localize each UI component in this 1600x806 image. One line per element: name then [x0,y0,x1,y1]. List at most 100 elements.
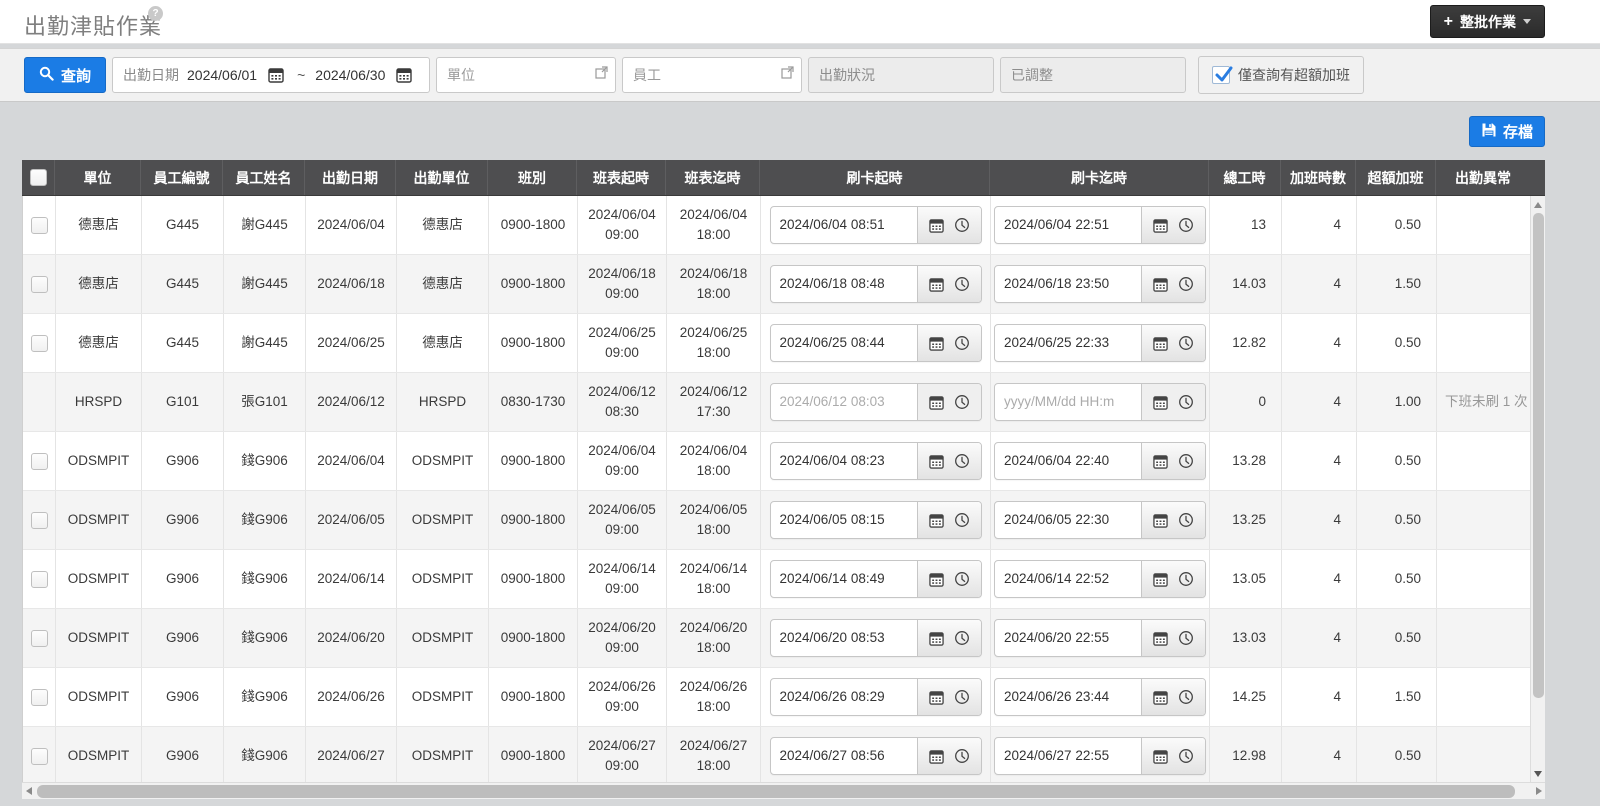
horizontal-scrollbar-thumb[interactable] [37,785,1515,798]
card-start-picker[interactable]: 2024/06/27 08:56 [769,737,982,775]
card-end-picker-input[interactable]: 2024/06/05 22:30 [995,502,1141,538]
card-end-picker-input[interactable]: 2024/06/20 22:55 [995,620,1141,656]
scroll-down-arrow-icon[interactable] [1534,771,1542,777]
card-start-picker-input[interactable]: 2024/06/04 08:51 [771,207,917,243]
card-start-picker-input[interactable]: 2024/06/18 08:48 [771,266,917,302]
card-start-picker-input[interactable]: 2024/06/04 08:23 [771,443,917,479]
clock-icon[interactable] [954,276,970,292]
card-end-picker[interactable]: 2024/06/25 22:33 [994,324,1206,362]
card-end-picker-input[interactable]: 2024/06/18 23:50 [995,266,1141,302]
card-end-picker-input[interactable]: 2024/06/04 22:51 [995,207,1141,243]
clock-icon[interactable] [954,571,970,587]
card-start-picker-input[interactable]: 2024/06/25 08:44 [771,325,917,361]
column-header-13[interactable]: 超額加班 [1356,160,1436,195]
card-end-picker[interactable]: 2024/06/04 22:40 [994,442,1206,480]
clock-icon[interactable] [1178,689,1194,705]
card-end-picker[interactable]: 2024/06/04 22:51 [994,206,1206,244]
card-start-picker[interactable]: 2024/06/05 08:15 [769,501,982,539]
calendar-icon[interactable] [928,336,944,351]
clock-icon[interactable] [954,689,970,705]
card-end-picker-buttons[interactable] [1141,502,1205,538]
row-checkbox[interactable] [30,629,48,647]
column-header-1[interactable]: 單位 [55,160,141,195]
unit-field[interactable]: 單位 [436,57,617,93]
calendar-icon[interactable] [928,749,944,764]
calendar-icon[interactable] [1153,513,1168,528]
clock-icon[interactable] [1178,630,1194,646]
card-end-picker-input[interactable]: 2024/06/27 22:55 [995,738,1141,774]
scroll-up-arrow-icon[interactable] [1534,202,1542,208]
calendar-icon[interactable] [1153,336,1168,351]
card-start-picker-buttons[interactable] [916,502,981,538]
date-from-value[interactable]: 2024/06/01 [187,67,257,83]
card-start-picker[interactable]: 2024/06/26 08:29 [769,678,982,716]
card-end-picker-buttons[interactable] [1141,620,1205,656]
calendar-icon[interactable] [1153,631,1168,646]
select-all-checkbox[interactable] [29,169,47,186]
card-start-picker-buttons[interactable] [916,561,981,597]
card-end-picker[interactable]: 2024/06/18 23:50 [994,265,1206,303]
column-header-5[interactable]: 出勤單位 [396,160,488,195]
row-checkbox[interactable] [30,688,48,706]
date-from-calendar-icon[interactable] [265,63,287,87]
card-end-picker-input[interactable]: 2024/06/04 22:40 [995,443,1141,479]
help-icon[interactable]: ? [148,6,163,21]
column-header-11[interactable]: 總工時 [1209,160,1281,195]
clock-icon[interactable] [1178,335,1194,351]
clock-icon[interactable] [1178,217,1194,233]
card-end-picker-buttons[interactable] [1141,738,1205,774]
card-end-picker[interactable]: 2024/06/05 22:30 [994,501,1206,539]
overtime-only-checkbox[interactable] [1212,66,1233,84]
unit-lookup-icon[interactable] [595,66,608,82]
row-checkbox[interactable] [30,452,48,470]
clock-icon[interactable] [1178,453,1194,469]
column-header-10[interactable]: 刷卡迄時 [990,160,1209,195]
calendar-icon[interactable] [1153,749,1168,764]
card-start-picker-buttons[interactable] [916,207,981,243]
clock-icon[interactable] [954,630,970,646]
calendar-icon[interactable] [928,218,944,233]
column-header-14[interactable]: 出勤異常 [1436,160,1530,195]
column-header-3[interactable]: 員工姓名 [223,160,305,195]
search-button[interactable]: 查詢 [24,57,107,93]
clock-icon[interactable] [954,512,970,528]
vertical-scrollbar[interactable] [1530,196,1545,782]
horizontal-scrollbar[interactable] [22,782,1545,799]
save-button[interactable]: 存檔 [1468,116,1545,147]
calendar-icon[interactable] [1153,218,1168,233]
calendar-icon[interactable] [1153,454,1168,469]
employee-lookup-icon[interactable] [781,66,794,82]
scroll-right-arrow-icon[interactable] [1536,787,1542,795]
clock-icon[interactable] [1178,276,1194,292]
calendar-icon[interactable] [928,277,944,292]
row-checkbox[interactable] [30,216,48,234]
card-start-picker-input[interactable]: 2024/06/05 08:15 [771,502,917,538]
card-end-picker[interactable]: 2024/06/20 22:55 [994,619,1206,657]
card-end-picker-input[interactable]: 2024/06/25 22:33 [995,325,1141,361]
card-start-picker-input[interactable]: 2024/06/14 08:49 [771,561,917,597]
row-checkbox[interactable] [30,275,48,293]
card-start-picker[interactable]: 2024/06/25 08:44 [769,324,982,362]
card-end-picker-buttons[interactable] [1141,325,1205,361]
card-start-picker-buttons[interactable] [916,266,981,302]
card-start-picker[interactable]: 2024/06/18 08:48 [769,265,982,303]
row-checkbox[interactable] [30,511,48,529]
card-end-picker[interactable]: 2024/06/27 22:55 [994,737,1206,775]
card-start-picker-buttons[interactable] [916,679,981,715]
card-start-picker[interactable]: 2024/06/04 08:23 [769,442,982,480]
calendar-icon[interactable] [928,631,944,646]
scroll-left-arrow-icon[interactable] [26,787,32,795]
overtime-only-checkbox-group[interactable]: 僅查詢有超額加班 [1198,56,1365,94]
clock-icon[interactable] [954,217,970,233]
card-end-picker-input[interactable]: 2024/06/26 23:44 [995,679,1141,715]
card-start-picker-buttons[interactable] [916,620,981,656]
card-start-picker-buttons[interactable] [916,738,981,774]
card-end-picker-buttons[interactable] [1141,679,1205,715]
calendar-icon[interactable] [928,572,944,587]
card-end-picker-input[interactable]: 2024/06/14 22:52 [995,561,1141,597]
date-to-value[interactable]: 2024/06/30 [315,67,385,83]
column-header-4[interactable]: 出勤日期 [305,160,396,195]
clock-icon[interactable] [1178,748,1194,764]
clock-icon[interactable] [954,453,970,469]
column-header-2[interactable]: 員工編號 [141,160,223,195]
